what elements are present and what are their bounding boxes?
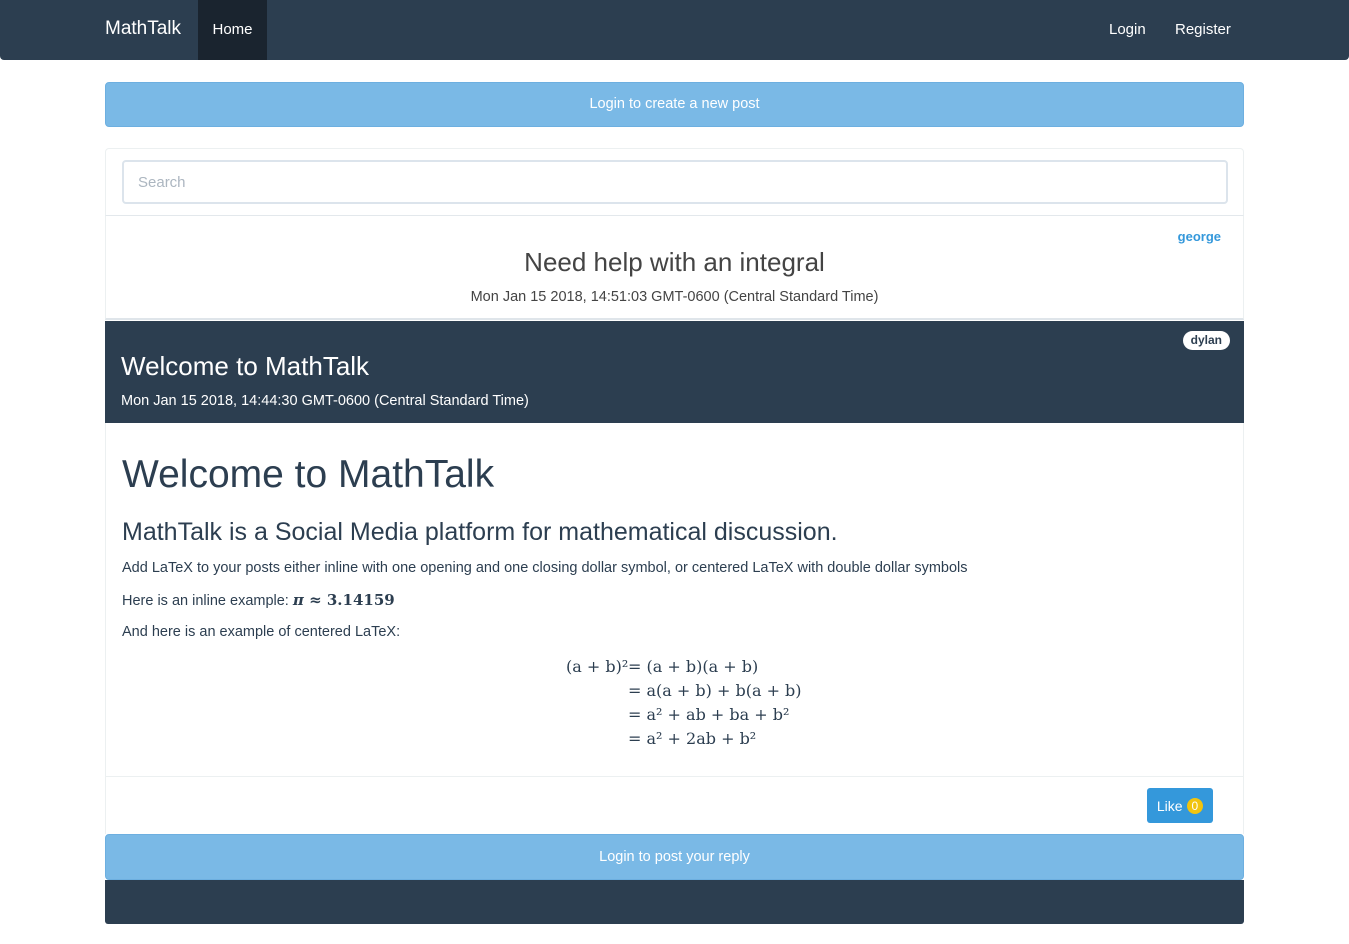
centered-latex-equation: (a + b)² = (a + b)(a + b) = a(a + b) + b… — [566, 657, 802, 753]
like-label: Like — [1156, 797, 1183, 814]
inline-math-pi: π — [292, 591, 304, 609]
post-body-heading: Welcome to MathTalk — [122, 453, 495, 496]
search-input[interactable] — [122, 160, 1228, 204]
inline-math-value: ≈ 3.14159 — [303, 591, 395, 609]
equation-line: = a² + ab + ba + b² — [628, 705, 790, 724]
post-title[interactable]: Need help with an integral — [106, 247, 1243, 278]
post-body-paragraph: Add LaTeX to your posts either inline wi… — [122, 560, 968, 576]
brand-link[interactable]: MathTalk — [105, 18, 181, 40]
nav-home-link[interactable]: Home — [198, 0, 267, 60]
equation-line: = (a + b)(a + b) — [628, 657, 759, 676]
post-replies-footer — [105, 880, 1244, 924]
post-title: Welcome to MathTalk — [121, 351, 370, 381]
like-button[interactable]: Like 0 — [1147, 788, 1213, 823]
login-to-post-button[interactable]: Login to create a new post — [105, 82, 1244, 127]
nav-register-link[interactable]: Register — [1175, 21, 1231, 38]
navbar: MathTalk Home Login Register — [0, 0, 1349, 60]
post-footer: Like 0 — [105, 777, 1244, 834]
search-panel — [105, 148, 1244, 216]
nav-login-link[interactable]: Login — [1109, 21, 1146, 38]
inline-math: π ≈ 3.14159 — [293, 591, 395, 609]
post-card-collapsed[interactable]: george Need help with an integral Mon Ja… — [105, 215, 1244, 320]
post-header-expanded[interactable]: dylan Welcome to MathTalk Mon Jan 15 201… — [105, 321, 1244, 423]
post-body-paragraph: And here is an example of centered LaTeX… — [122, 624, 401, 640]
equation-line: = a² + 2ab + b² — [628, 729, 757, 748]
post-author-link[interactable]: george — [1178, 229, 1221, 244]
login-to-reply-button[interactable]: Login to post your reply — [105, 834, 1244, 880]
post-author-badge[interactable]: dylan — [1182, 331, 1230, 350]
like-count-badge: 0 — [1186, 797, 1204, 814]
post-body-inline-example: Here is an inline example: π ≈ 3.14159 — [122, 591, 395, 609]
post-date: Mon Jan 15 2018, 14:44:30 GMT-0600 (Cent… — [121, 393, 529, 409]
post-body: Welcome to MathTalk MathTalk is a Social… — [105, 423, 1244, 777]
post-body-subheading: MathTalk is a Social Media platform for … — [122, 518, 838, 546]
equation-lhs: (a + b)² — [566, 657, 629, 676]
post-date: Mon Jan 15 2018, 14:51:03 GMT-0600 (Cent… — [470, 289, 879, 305]
inline-example-label: Here is an inline example: — [122, 593, 293, 609]
equation-line: = a(a + b) + b(a + b) — [628, 681, 802, 700]
